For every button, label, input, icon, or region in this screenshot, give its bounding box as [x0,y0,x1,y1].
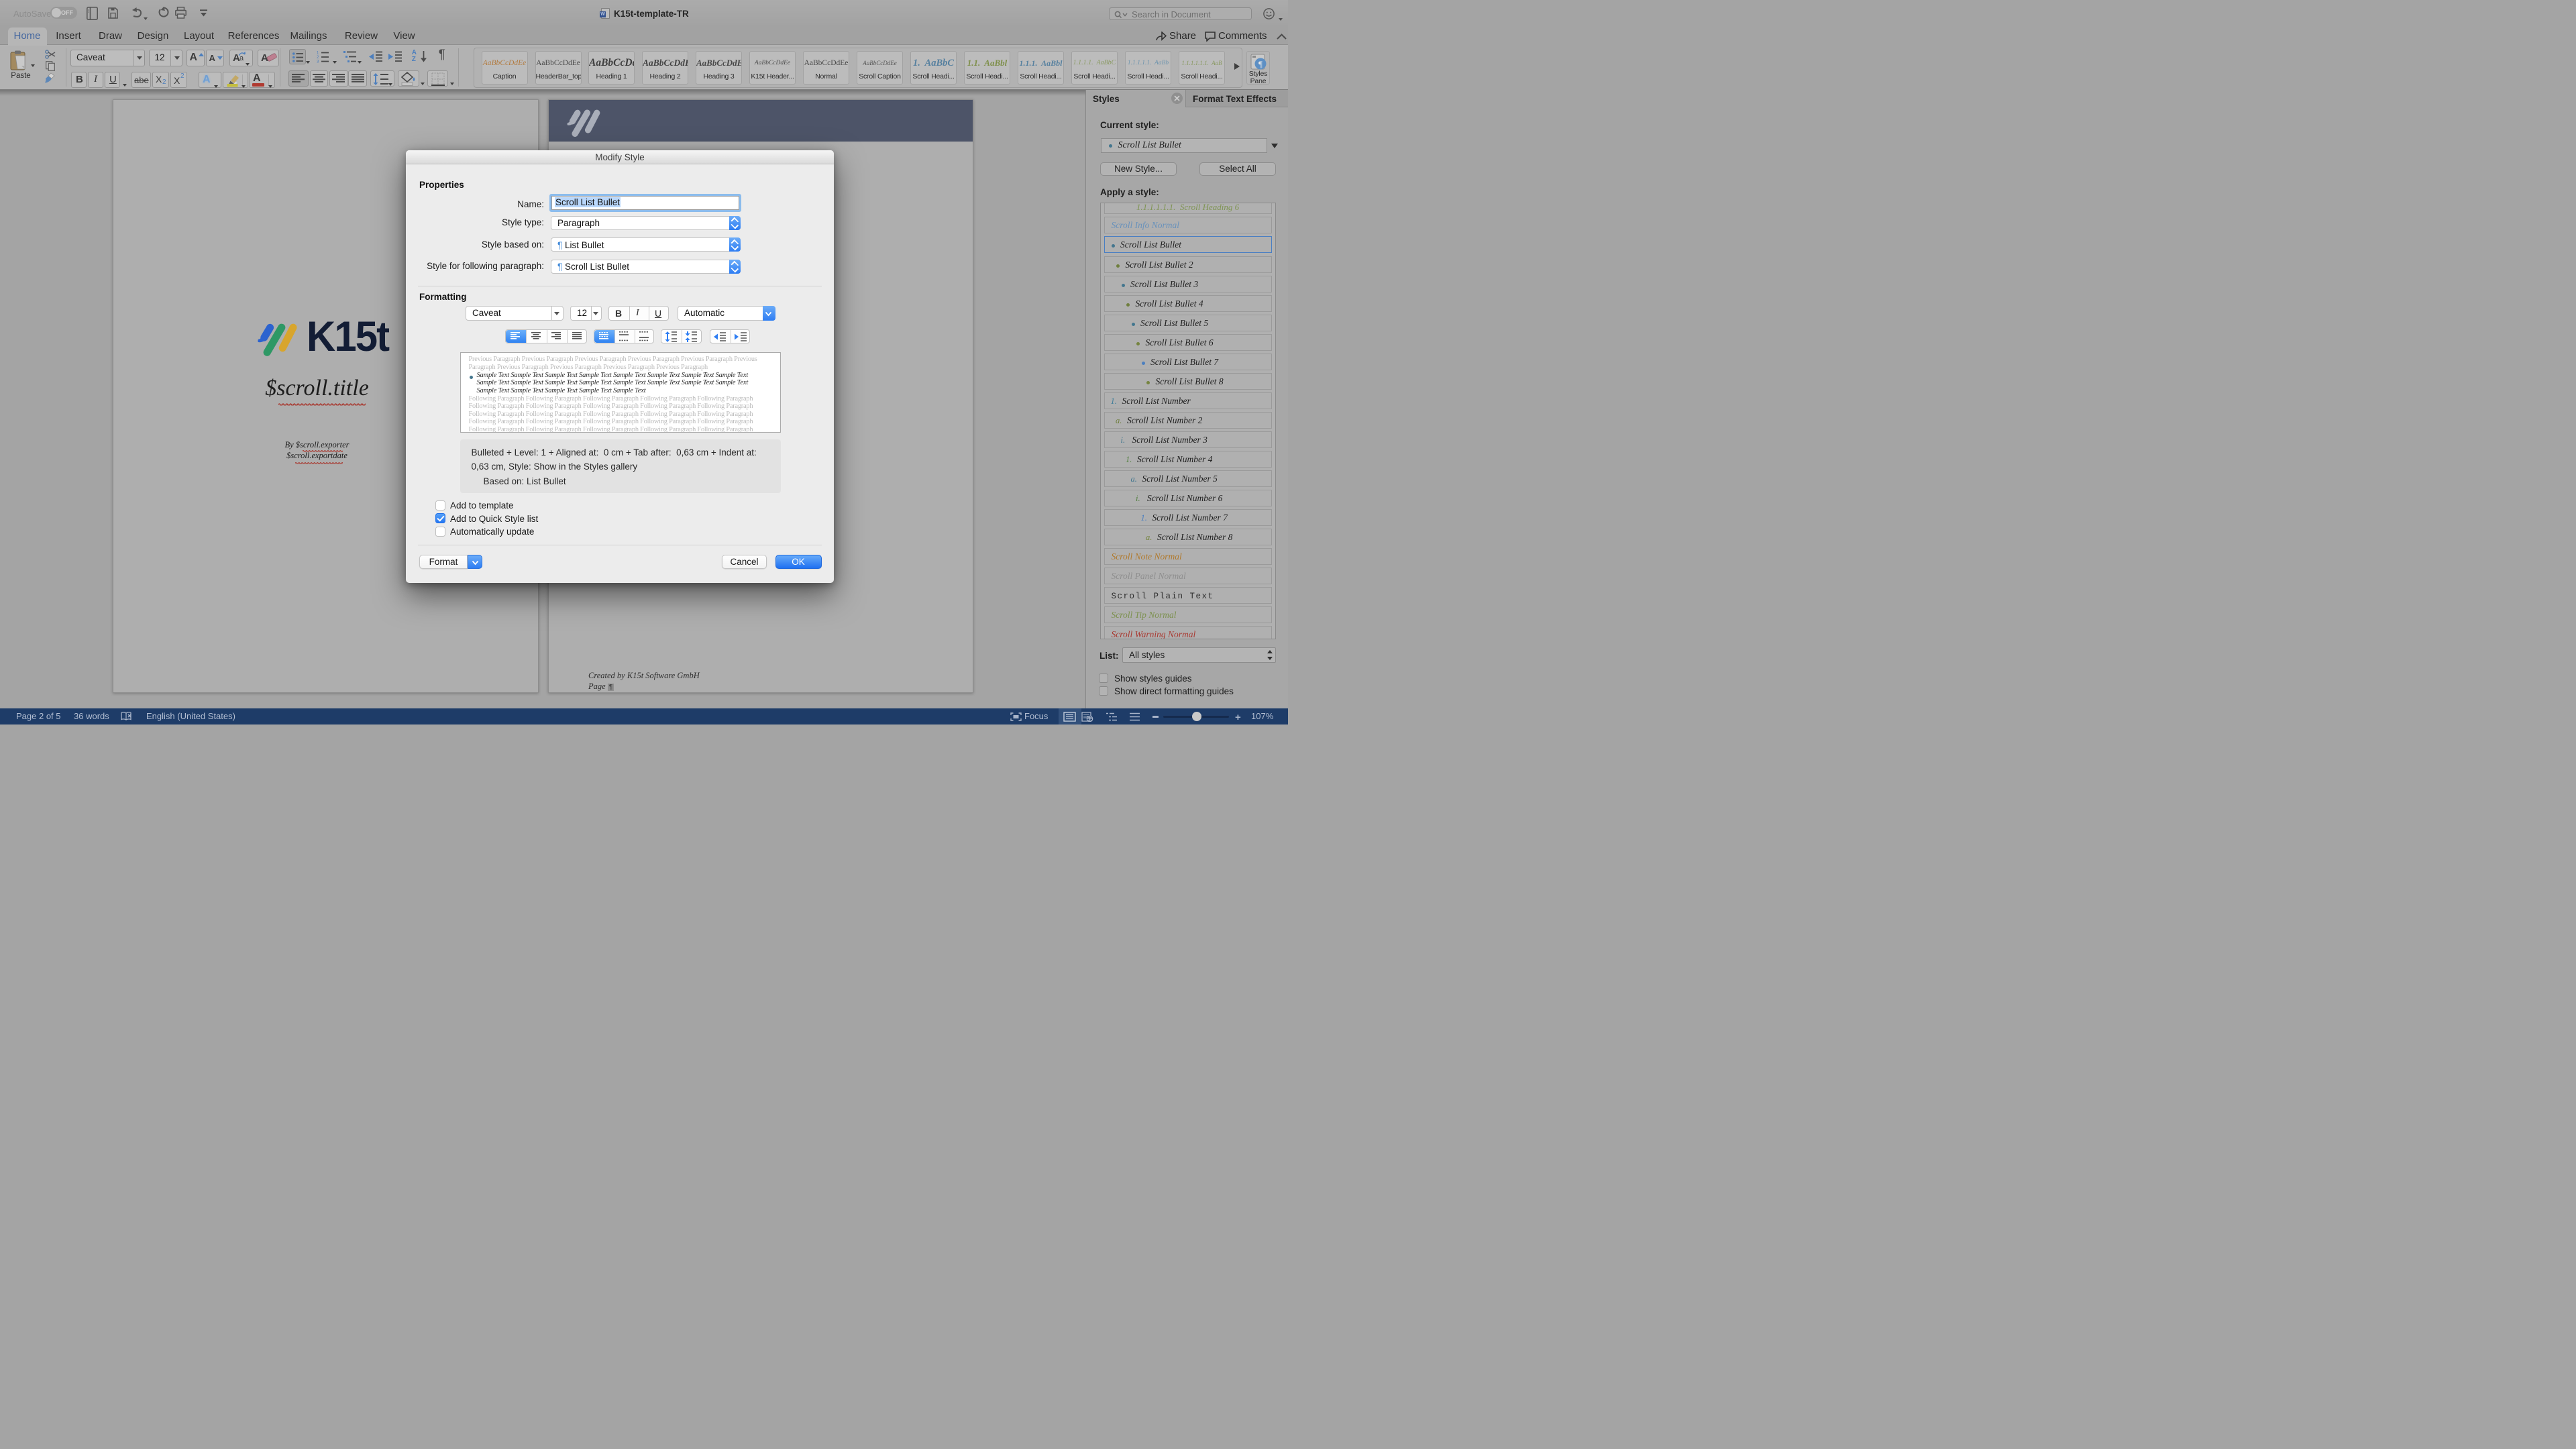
svg-text:1: 1 [317,52,319,56]
svg-text:2: 2 [317,56,319,60]
svg-text:3: 3 [317,60,319,64]
svg-text:¶: ¶ [1258,59,1263,69]
